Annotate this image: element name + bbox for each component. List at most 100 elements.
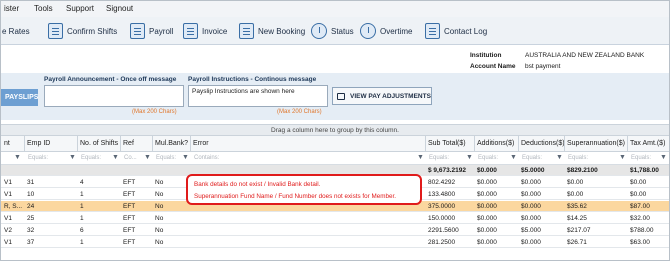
view-pay-adjustments-label: VIEW PAY ADJUSTMENTS [350,92,431,100]
contact-log-label: Contact Log [444,26,488,36]
cell-emp-id: 31 [27,179,35,186]
menu-item-register[interactable]: ister [4,4,19,13]
rates-button[interactable]: e Rates [2,21,30,41]
col-header-emp-id[interactable]: Emp ID [27,140,50,147]
invoice-button[interactable]: Invoice [183,21,227,41]
cell-shifts: 1 [80,239,84,246]
cell-additions: $0.000 [477,179,497,186]
filter-icon[interactable]: ▼ [14,154,21,161]
cell-superannuation: $0.00 [567,179,584,186]
menu-item-support[interactable]: Support [66,4,94,13]
cell-ref: EFT [123,179,136,186]
col-header-error[interactable]: Error [193,140,209,147]
payroll-icon [130,23,145,39]
payroll-messages-panel: PAYSLIPS Payroll Announcement - Once off… [0,73,670,120]
table-row[interactable]: V1 25 1 EFT No 150.0000 $0.000 $0.000 $1… [0,213,670,224]
filter-icon[interactable]: ▼ [182,154,189,161]
total-tax: $1,788.00 [630,167,659,174]
col-divider [24,136,25,152]
cell-additions: $0.000 [477,227,497,234]
contact-log-button[interactable]: Contact Log [425,21,487,41]
new-booking-button[interactable]: New Booking [239,21,305,41]
payroll-button[interactable]: Payroll [130,21,173,41]
menu-item-signout[interactable]: Signout [106,4,133,13]
error-message-super: Superannuation Fund Name / Fund Number d… [194,193,396,200]
filter-error[interactable]: Contains: [194,155,219,161]
col-header-tax[interactable]: Tax Amt.($) [630,140,665,147]
cell-superannuation: $14.25 [567,215,587,222]
filter-icon[interactable]: ▼ [69,154,76,161]
filter-mulbank[interactable]: Equals: [156,155,176,161]
filter-shifts[interactable]: Equals: [81,155,101,161]
payslips-button[interactable]: PAYSLIPS [0,89,38,106]
calendar-icon [48,23,63,39]
filter-superannuation[interactable]: Equals: [568,155,588,161]
group-by-drop-area[interactable]: Drag a column here to group by this colu… [0,124,670,135]
instructions-max-chars: (Max 200 Chars) [277,109,322,115]
col-header-deductions[interactable]: Deductions($) [521,140,565,147]
cell-superannuation: $35.62 [567,203,587,210]
col-header-subtotal[interactable]: Sub Total($) [428,140,466,147]
filter-deductions[interactable]: Equals: [522,155,542,161]
col-divider [152,136,153,152]
cell-tax: $32.00 [630,215,650,222]
cell-shifts: 6 [80,227,84,234]
cell-tax: $87.00 [630,203,650,210]
overtime-clock-icon [360,23,376,39]
menu-item-tools[interactable]: Tools [34,4,53,13]
cell-tax: $0.00 [630,191,647,198]
cell-mulbank: No [155,239,164,246]
institution-label: Institution [470,52,502,59]
col-header-ref[interactable]: Ref [123,140,134,147]
filter-icon[interactable]: ▼ [144,154,151,161]
grid-header: nt Emp ID No. of Shifts Ref Mul.Bank? Er… [0,135,670,152]
filter-tax[interactable]: Equals: [631,155,651,161]
filter-icon[interactable]: ▼ [556,154,563,161]
announcement-input[interactable] [44,85,184,107]
status-button[interactable]: Status [311,21,354,41]
cell-emp-id: 10 [27,191,35,198]
filter-icon[interactable]: ▼ [112,154,119,161]
total-additions: $0.000 [477,167,497,174]
filter-subtotal[interactable]: Equals: [429,155,449,161]
cell-subtotal: 375.0000 [428,203,456,210]
overtime-button[interactable]: Overtime [360,21,412,41]
cell-additions: $0.000 [477,215,497,222]
table-row[interactable]: V2 32 6 EFT No 2291.5600 $0.000 $5.000 $… [0,225,670,236]
cell-additions: $0.000 [477,191,497,198]
col-header-shifts[interactable]: No. of Shifts [80,140,118,147]
col-divider [474,136,475,152]
filter-additions[interactable]: Equals: [478,155,498,161]
cell-shifts: 1 [80,203,84,210]
table-row[interactable]: V1 37 1 EFT No 281.2500 $0.000 $0.000 $2… [0,237,670,248]
filter-icon[interactable]: ▼ [510,154,517,161]
view-pay-adjustments-button[interactable]: VIEW PAY ADJUSTMENTS [332,87,432,105]
account-name-label: Account Name [470,63,516,70]
cell-shifts: 4 [80,179,84,186]
cell-mulbank: No [155,203,164,210]
cell-additions: $0.000 [477,239,497,246]
filter-icon[interactable]: ▼ [660,154,667,161]
instructions-input[interactable]: Payslip Instructions are shown here [188,85,328,107]
booking-icon [239,23,254,39]
confirm-shifts-button[interactable]: Confirm Shifts [48,21,117,41]
cell-subtotal: 133.4800 [428,191,456,198]
filter-icon[interactable]: ▼ [466,154,473,161]
col-header-nt[interactable]: nt [4,140,10,147]
filter-icon[interactable]: ▼ [417,154,424,161]
filter-icon[interactable]: ▼ [619,154,626,161]
filter-ref[interactable]: Co... [124,155,137,161]
cell-ref: EFT [123,191,136,198]
total-superannuation: $829.2100 [567,167,598,174]
col-header-mulbank[interactable]: Mul.Bank? [155,140,188,147]
error-message-bank: Bank details do not exist / Invalid Bank… [194,181,321,188]
filter-emp-id[interactable]: Equals: [28,155,48,161]
cell-emp-id: 25 [27,215,35,222]
announcement-max-chars: (Max 200 Chars) [132,109,177,115]
col-divider [120,136,121,152]
col-header-superannuation[interactable]: Superannuation($) [567,140,625,147]
cell-mulbank: No [155,179,164,186]
account-info: Institution AUSTRALIA AND NEW ZEALAND BA… [470,46,670,76]
col-header-additions[interactable]: Additions($) [477,140,514,147]
cell-deductions: $0.000 [521,179,541,186]
